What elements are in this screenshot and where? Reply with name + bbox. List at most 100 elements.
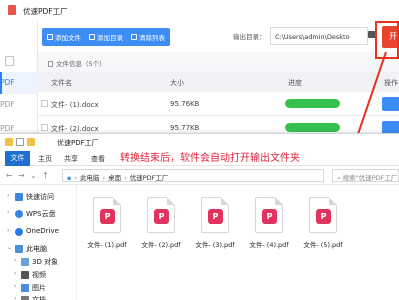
folder-icon[interactable] <box>5 138 13 146</box>
star-icon <box>15 193 23 201</box>
up-arrow-icon[interactable]: ↑ <box>42 171 49 180</box>
tab-view[interactable]: 查看 <box>91 154 105 164</box>
nav-item-label: 快速访问 <box>26 193 54 201</box>
back-arrow-icon[interactable]: ← <box>6 171 13 180</box>
chevron-right-icon[interactable]: › <box>7 192 9 199</box>
chevron-right-icon[interactable]: › <box>7 209 9 216</box>
table-header: 文件名 大小 进度 操作 <box>38 72 399 92</box>
column-header-action: 操作 <box>384 79 398 87</box>
computer-icon: ▪ <box>67 174 72 182</box>
file-tile[interactable]: P 文件- (3).pdf <box>190 197 240 267</box>
add-folder-button[interactable]: 添加目录 <box>89 32 123 42</box>
document-icon <box>48 61 53 67</box>
pdf-file-icon: P <box>93 197 121 233</box>
sidebar-item-pdf-2[interactable]: PDF <box>0 94 38 116</box>
output-dir-label: 输出目录： <box>233 33 266 41</box>
forward-arrow-icon[interactable]: → <box>18 171 25 180</box>
add-file-button[interactable]: 添加文件 <box>47 32 81 42</box>
row-checkbox[interactable] <box>41 100 48 107</box>
search-input[interactable]: ⌕ 搜索"优速PDF工厂" <box>332 169 399 182</box>
row-size: 95.76KB <box>170 100 200 108</box>
address-bar-row: ← → ⌄ ↑ ▪ › 此电脑 › 桌面 › 优速PDF工厂 ⌕ 搜索"优速PDF工厂" <box>0 166 399 185</box>
clear-list-button[interactable]: 清除列表 <box>131 32 165 42</box>
pdf-badge: P <box>208 209 223 224</box>
pdf-badge: P <box>100 209 115 224</box>
chevron-down-icon[interactable]: ⌄ <box>30 171 37 180</box>
folder-icon[interactable] <box>27 138 35 146</box>
chevron-right-icon[interactable]: › <box>14 270 16 277</box>
chevron-right-icon[interactable]: › <box>14 283 16 290</box>
chevron-right-icon[interactable]: › <box>7 227 9 234</box>
sidebar-item-pdf-1[interactable]: PDF <box>0 72 38 94</box>
file-tile[interactable]: P 文件- (1).pdf <box>82 197 132 267</box>
trash-icon <box>131 34 137 40</box>
sidebar-item-label: PDF <box>0 100 15 109</box>
sidebar-item-label: PDF <box>0 124 15 133</box>
pdf-badge: P <box>316 209 331 224</box>
file-tile[interactable]: P 文件- (2).pdf <box>136 197 186 267</box>
nav-item-videos[interactable]: › 视频 <box>0 268 77 282</box>
nav-item-this-pc[interactable]: ⌄ 此电脑 <box>0 242 77 256</box>
search-placeholder: 搜索"优速PDF工厂" <box>342 174 399 182</box>
file-tile[interactable]: P 文件- (4).pdf <box>244 197 294 267</box>
tab-share[interactable]: 共享 <box>64 154 78 164</box>
chevron-right-icon[interactable]: › <box>14 295 16 300</box>
progress-fill <box>285 99 340 108</box>
breadcrumb-separator: › <box>74 174 78 182</box>
chevron-right-icon[interactable]: › <box>14 257 16 264</box>
checkbox-icon[interactable] <box>16 138 24 146</box>
folder-content-pane: P 文件- (1).pdf P 文件- (2).pdf P 文件- (3).pd… <box>78 185 399 300</box>
address-bar[interactable]: ▪ › 此电脑 › 桌面 › 优速PDF工厂 <box>62 169 324 182</box>
app-logo-icon <box>6 4 18 17</box>
nav-item-label: 视频 <box>32 271 46 279</box>
progress-bar <box>285 123 340 132</box>
pdf-file-icon: P <box>147 197 175 233</box>
navigation-pane: › 快速访问 › WPS云盘 › OneDrive ⌄ 此电脑 › 3D 对象 … <box>0 185 77 300</box>
nav-item-label: WPS云盘 <box>26 210 56 218</box>
column-header-size: 大小 <box>170 79 184 87</box>
row-filename: 文件- (1).docx <box>51 101 99 109</box>
tab-home[interactable]: 主页 <box>38 154 52 164</box>
nav-item-quick-access[interactable]: › 快速访问 <box>0 190 77 204</box>
row-checkbox[interactable] <box>41 124 48 131</box>
add-folder-icon <box>89 34 95 40</box>
breadcrumb-desktop[interactable]: 桌面 <box>108 174 121 182</box>
tab-file[interactable]: 文件 <box>5 151 30 166</box>
output-path-field[interactable]: C:\Users\admin\Deskto <box>270 27 368 45</box>
file-tile[interactable]: P 文件- (5).pdf <box>298 197 348 267</box>
onedrive-icon <box>15 228 23 236</box>
pdf-file-icon: P <box>201 197 229 233</box>
document-icon <box>21 296 29 300</box>
table-row[interactable]: 文件- (1).docx 95.76KB <box>38 92 399 116</box>
nav-item-onedrive[interactable]: › OneDrive <box>0 225 77 239</box>
nav-item-wps-cloud[interactable]: › WPS云盘 <box>0 207 77 221</box>
add-file-label: 添加文件 <box>55 34 81 42</box>
file-name: 文件- (4).pdf <box>249 241 289 249</box>
add-folder-label: 添加目录 <box>97 34 123 42</box>
sidebar-item-label: PDF <box>0 78 15 87</box>
computer-icon <box>15 245 23 253</box>
chevron-down-icon[interactable]: ⌄ <box>7 244 12 251</box>
nav-item-label: 3D 对象 <box>32 258 59 266</box>
file-info-header: 文件信息（5个） <box>38 52 399 70</box>
nav-item-documents[interactable]: › 文档 <box>0 293 77 300</box>
row-action-button[interactable] <box>382 97 399 111</box>
file-name: 文件- (2).pdf <box>141 241 181 249</box>
app-titlebar: 优速PDF工厂 <box>0 0 399 22</box>
progress-fill <box>285 123 340 132</box>
breadcrumb-this-pc[interactable]: 此电脑 <box>80 174 100 182</box>
caption-text: 转换结束后，软件会自动打开输出文件夹 <box>120 153 300 164</box>
breadcrumb-separator: › <box>124 174 127 182</box>
clear-list-label: 清除列表 <box>139 34 165 42</box>
nav-item-3d-objects[interactable]: › 3D 对象 <box>0 255 77 269</box>
file-name: 文件- (3).pdf <box>195 241 235 249</box>
app-toolbar: 添加文件 添加目录 清除列表 输出目录： C:\Users\admin\Desk… <box>38 22 399 52</box>
toolbar-button-group: 添加文件 添加目录 清除列表 <box>42 28 170 46</box>
pdf-file-icon: P <box>309 197 337 233</box>
explorer-title: 优速PDF工厂 <box>57 139 99 147</box>
active-indicator <box>0 72 2 94</box>
pdf-badge: P <box>154 209 169 224</box>
column-header-progress: 进度 <box>288 79 302 87</box>
breadcrumb-folder[interactable]: 优速PDF工厂 <box>130 174 169 182</box>
file-info-label: 文件信息（5个） <box>56 60 106 68</box>
